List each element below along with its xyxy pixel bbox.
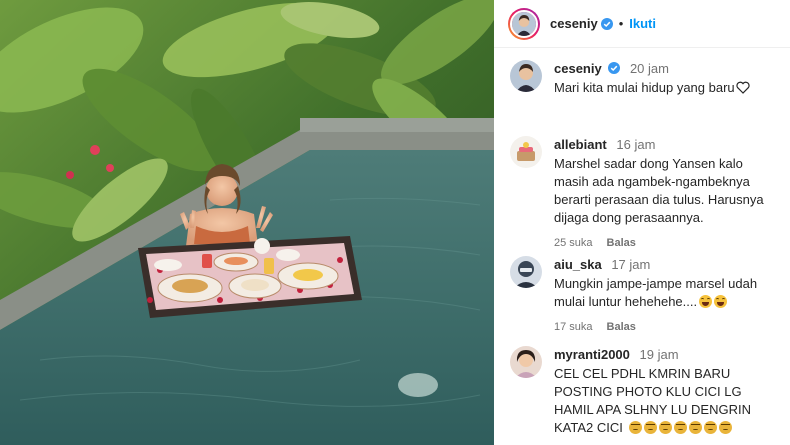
comment-time[interactable]: 19 jam (640, 347, 679, 362)
avatar[interactable] (510, 60, 542, 92)
reply-button[interactable]: Balas (607, 319, 636, 336)
angry-emoji-icon (643, 421, 657, 434)
profile-picture (510, 60, 542, 92)
comment-list[interactable]: ceseniy 20 jam Mari kita mulai hidup yan… (494, 56, 790, 445)
comment-username[interactable]: aiu_ska (554, 257, 602, 272)
header-user: ceseniy • Ikuti (550, 16, 656, 31)
caption-text: Mari kita mulai hidup yang baru (554, 80, 735, 95)
comment-body: aiu_ska 17 jam Mungkin jampe-jampe marse… (554, 256, 780, 336)
caption-body: ceseniy 20 jam Mari kita mulai hidup yan… (554, 60, 780, 97)
comment-meta: 25 suka Balas (554, 235, 780, 252)
like-count[interactable]: 25 suka (554, 235, 593, 252)
comment-panel: ceseniy • Ikuti ceseniy 20 jam Mari kita… (494, 0, 790, 445)
avatar[interactable] (508, 7, 540, 40)
comment-username[interactable]: allebiant (554, 137, 607, 152)
angry-emoji-icon (688, 421, 702, 434)
laughing-emoji-icon (714, 295, 728, 308)
post-header: ceseniy • Ikuti (494, 0, 790, 48)
profile-picture (510, 136, 542, 168)
comment-item: allebiant 16 jam Marshel sadar dong Yans… (510, 136, 780, 252)
avatar[interactable] (510, 136, 542, 168)
caption-time[interactable]: 20 jam (630, 61, 669, 76)
comment-time[interactable]: 16 jam (616, 137, 655, 152)
angry-emoji-icon (658, 421, 672, 434)
angry-emoji-icon (718, 421, 732, 434)
heart-icon (736, 81, 750, 94)
reply-button[interactable]: Balas (607, 235, 636, 252)
angry-emoji-icon (628, 421, 642, 434)
comment-meta: 17 suka Balas (554, 319, 780, 336)
caption: ceseniy 20 jam Mari kita mulai hidup yan… (510, 60, 780, 97)
avatar[interactable] (510, 256, 542, 288)
angry-emoji-icon (703, 421, 717, 434)
post-photo[interactable] (0, 0, 494, 445)
profile-picture (510, 256, 542, 288)
angry-emoji-icon (673, 421, 687, 434)
comment-text-line: CEL CEL PDHL KMRIN BARU POSTING PHOTO KL… (554, 365, 780, 437)
verified-badge-icon (600, 17, 613, 30)
comment-body: allebiant 16 jam Marshel sadar dong Yans… (554, 136, 780, 252)
comment-body: myranti2000 19 jam CEL CEL PDHL KMRIN BA… (554, 346, 780, 437)
separator-dot: • (618, 16, 624, 31)
laughing-emoji-icon (699, 295, 713, 308)
header-username[interactable]: ceseniy (550, 16, 598, 31)
follow-button[interactable]: Ikuti (629, 16, 656, 31)
comment-item: aiu_ska 17 jam Mungkin jampe-jampe marse… (510, 256, 780, 336)
comment-item: myranti2000 19 jam CEL CEL PDHL KMRIN BA… (510, 346, 780, 437)
caption-text-line: Mari kita mulai hidup yang baru (554, 79, 780, 97)
profile-picture (510, 346, 542, 378)
caption-username[interactable]: ceseniy (554, 61, 602, 76)
comment-username[interactable]: myranti2000 (554, 347, 630, 362)
comment-text: Marshel sadar dong Yansen kalo masih ada… (554, 156, 764, 225)
comment-time[interactable]: 17 jam (611, 257, 650, 272)
comment-text-line: Mungkin jampe-jampe marsel udah mulai lu… (554, 275, 780, 311)
comment-text: Mungkin jampe-jampe marsel udah mulai lu… (554, 276, 758, 309)
like-count[interactable]: 17 suka (554, 319, 593, 336)
pool-photo-image (0, 0, 494, 445)
verified-badge-icon (608, 62, 621, 74)
avatar[interactable] (510, 346, 542, 378)
profile-picture (512, 11, 536, 36)
